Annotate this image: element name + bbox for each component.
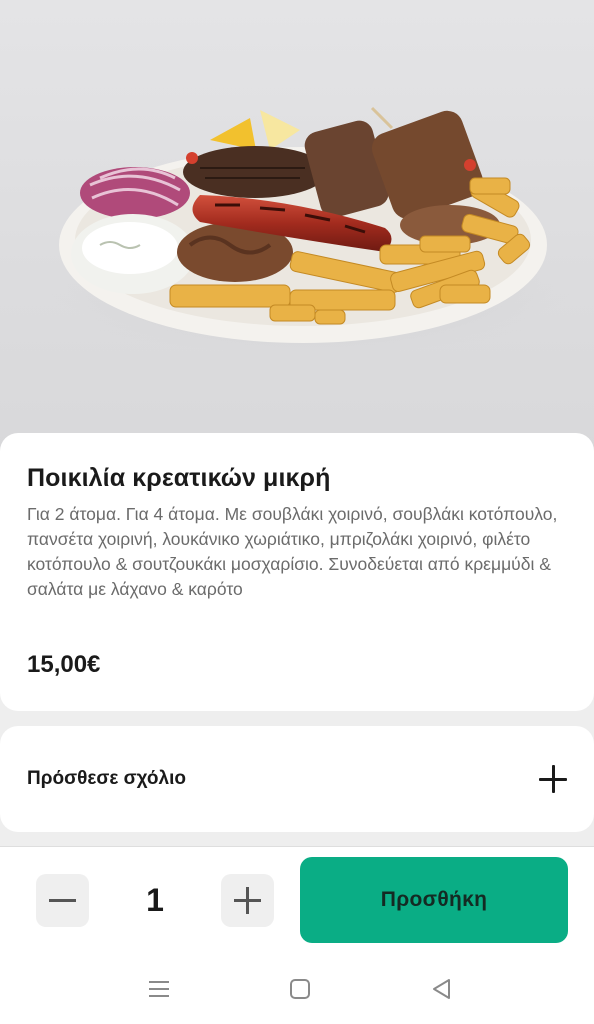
back-icon[interactable] — [429, 976, 455, 1002]
product-description: Για 2 άτομα. Για 4 άτομα. Με σουβλάκι χο… — [27, 504, 558, 599]
add-comment-label: Πρόσθεσε σχόλιο — [27, 768, 186, 789]
product-price: 15,00€ — [27, 651, 101, 678]
quantity-value: 1 — [146, 882, 164, 918]
system-nav-bar — [0, 954, 594, 1024]
add-comment-row[interactable]: Πρόσθεσε σχόλιο — [0, 726, 594, 832]
product-details-card: Ποικιλία κρεατικών μικρή Για 2 άτομα. Γι… — [0, 433, 594, 711]
cart-action-bar: 1 Προσθήκη — [0, 846, 594, 954]
decrement-button[interactable] — [36, 874, 89, 927]
product-image — [0, 0, 594, 470]
minus-icon — [49, 899, 76, 902]
add-to-cart-button[interactable]: Προσθήκη — [300, 857, 568, 943]
food-platter-image — [50, 106, 570, 360]
plus-icon[interactable] — [538, 764, 568, 794]
plus-icon — [246, 887, 249, 914]
home-icon[interactable] — [287, 976, 313, 1002]
product-title: Ποικιλία κρεατικών μικρή — [27, 464, 331, 492]
menu-icon[interactable] — [146, 976, 172, 1002]
increment-button[interactable] — [221, 874, 274, 927]
